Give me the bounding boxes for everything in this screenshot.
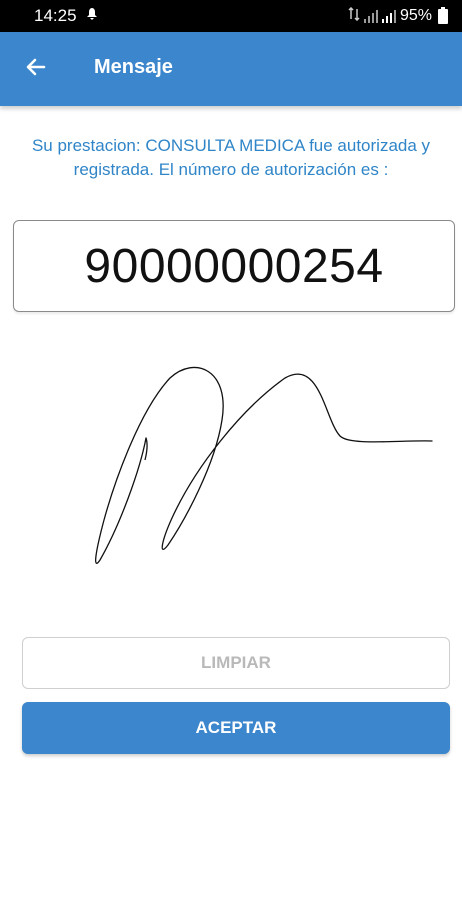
data-arrows-icon	[348, 6, 360, 26]
page-title: Mensaje	[94, 56, 173, 78]
status-bar: 14:25 95%	[0, 0, 462, 32]
status-right: 95%	[348, 6, 448, 26]
authorization-message: Su prestacion: CONSULTA MEDICA fue autor…	[31, 136, 431, 179]
battery-percent: 95%	[399, 7, 432, 24]
authorization-number: 90000000254	[13, 220, 455, 312]
notification-icon	[85, 6, 99, 26]
app-bar: Mensaje	[0, 32, 462, 106]
signal-icon	[381, 9, 396, 23]
status-time: 14:25	[34, 6, 77, 25]
battery-icon	[438, 6, 448, 24]
signature-drawing	[95, 366, 433, 564]
arrow-left-icon	[24, 55, 48, 84]
back-button[interactable]	[18, 52, 54, 86]
signal-icon	[363, 9, 378, 23]
signature-pad[interactable]	[0, 340, 462, 610]
status-left: 14:25	[34, 6, 99, 26]
clear-button[interactable]: LIMPIAR	[22, 637, 450, 689]
accept-button[interactable]: ACEPTAR	[22, 702, 450, 754]
